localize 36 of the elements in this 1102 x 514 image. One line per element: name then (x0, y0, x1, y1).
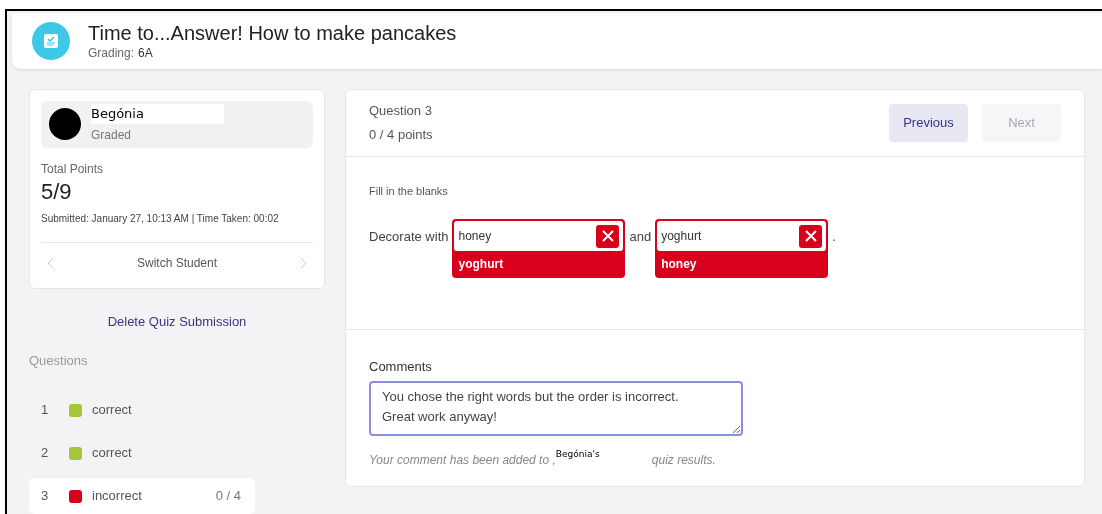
question-item[interactable]: 3 incorrect 0 / 4 (29, 478, 255, 514)
question-item[interactable]: 2 correct (29, 435, 255, 471)
comment-hint-end: quiz results. (651, 452, 716, 469)
correct-answer-text: honey (660, 255, 698, 273)
answer-text: honey (458, 228, 492, 245)
total-points: 5/9 (41, 177, 73, 205)
answer-text: yoghurt (661, 228, 702, 245)
previous-button[interactable]: Previous (889, 103, 968, 142)
questions-heading: Questions (29, 351, 89, 370)
student-status: Graded (91, 126, 133, 144)
comments-label: Comments (369, 357, 433, 376)
switch-student-button[interactable]: Switch Student (136, 253, 217, 272)
comment-field[interactable]: You chose the right words but the order is incorrect. Great work anyway! (369, 381, 743, 436)
question-item[interactable]: 1 correct (29, 392, 255, 428)
question-text: . (832, 228, 836, 246)
cross-icon (799, 224, 823, 248)
question-points: 0 / 4 points (369, 125, 433, 144)
question-title: Question 3 (369, 102, 433, 120)
delete-submission-link[interactable]: Delete Quiz Submission (107, 312, 247, 332)
chevron-left-icon[interactable] (47, 256, 55, 269)
student-name: Begónia (91, 104, 224, 124)
cross-icon (596, 224, 620, 248)
submission-info: Submitted: January 27, 10:13 AM | Time Taken: 00:02 (41, 212, 280, 226)
correct-answer-text: yoghurt (457, 255, 505, 273)
quiz-icon (32, 21, 70, 60)
chevron-right-icon[interactable] (299, 256, 307, 269)
question-text: and (629, 228, 652, 246)
quiz-title: Time to...Answer! How to make pancakes (88, 20, 457, 46)
grading-value: 6A (138, 45, 153, 61)
question-type: Fill in the blanks (369, 183, 449, 199)
student-name-overlay: Begónia's (555, 448, 601, 461)
avatar (49, 108, 81, 140)
comment-hint: Your comment has been added to , (369, 452, 556, 469)
grading-label: Grading: (88, 45, 135, 61)
question-text: Decorate with (369, 228, 449, 246)
total-points-label: Total Points (41, 160, 105, 178)
